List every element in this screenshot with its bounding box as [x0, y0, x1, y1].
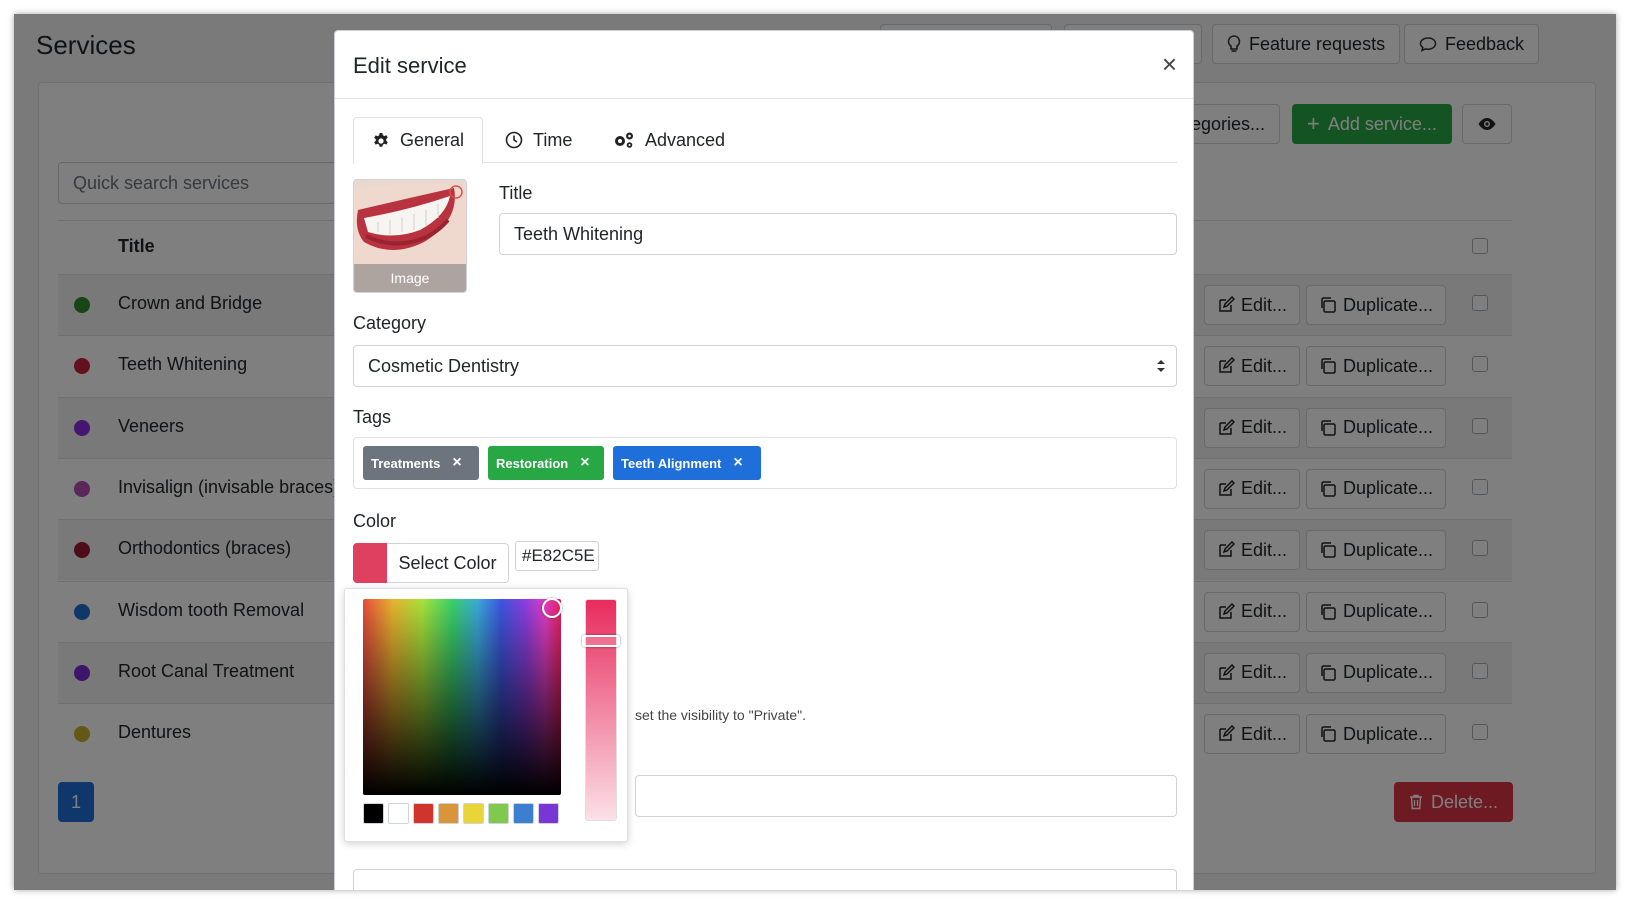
color-spectrum-handle[interactable] — [542, 598, 562, 618]
clock-icon — [505, 131, 523, 149]
tag-remove-icon[interactable]: × — [580, 454, 589, 472]
gears-icon — [615, 132, 633, 148]
preset-color-swatch[interactable] — [388, 803, 409, 824]
tab-advanced[interactable]: Advanced — [595, 117, 743, 163]
service-image[interactable]: Image — [353, 179, 467, 293]
select-arrows-icon — [1157, 360, 1165, 372]
modal-tabs: General Time Advanced — [353, 117, 1177, 164]
category-label: Category — [353, 313, 427, 333]
color-spectrum[interactable] — [363, 599, 561, 795]
title-label: Title — [499, 183, 533, 203]
tags-label: Tags — [353, 407, 392, 427]
tag-restoration: Restoration × — [488, 446, 604, 480]
modal-field[interactable] — [635, 775, 1177, 817]
image-label: Image — [354, 264, 466, 292]
color-hex-input[interactable]: #E82C5E — [515, 541, 599, 571]
title-input[interactable]: Teeth Whitening — [499, 213, 1177, 255]
category-select[interactable]: Cosmetic Dentistry — [353, 345, 1177, 387]
preset-color-swatch[interactable] — [538, 803, 559, 824]
select-color-button[interactable]: Select Color — [387, 543, 509, 583]
close-icon[interactable]: × — [1162, 49, 1177, 80]
tag-remove-icon[interactable]: × — [452, 454, 461, 472]
modal-header: Edit service × — [335, 31, 1193, 99]
modal-field-lower[interactable] — [353, 869, 1177, 890]
preset-color-swatch[interactable] — [413, 803, 434, 824]
color-opacity-slider[interactable] — [585, 599, 617, 821]
color-label: Color — [353, 511, 397, 531]
tag-treatments: Treatments × — [363, 446, 479, 480]
tab-time[interactable]: Time — [487, 117, 590, 163]
preset-color-swatch[interactable] — [488, 803, 509, 824]
tag-teeth-alignment: Teeth Alignment × — [613, 446, 761, 480]
tags-input[interactable]: Treatments × Restoration × Teeth Alignment… — [353, 437, 1177, 489]
visibility-help-text: set the visibility to "Private". — [635, 707, 807, 723]
tab-general[interactable]: General — [353, 117, 484, 164]
preset-color-swatch[interactable] — [513, 803, 534, 824]
preset-color-swatch[interactable] — [438, 803, 459, 824]
opacity-slider-handle[interactable] — [582, 635, 620, 647]
tag-remove-icon[interactable]: × — [733, 454, 742, 472]
app-window: Services Feature requests Feedback egori… — [14, 14, 1616, 890]
preset-colors — [363, 803, 563, 825]
modal-title: Edit service — [353, 53, 467, 78]
preset-color-swatch[interactable] — [363, 803, 384, 824]
gear-icon — [374, 132, 388, 147]
color-swatch[interactable] — [353, 543, 387, 583]
preset-color-swatch[interactable] — [463, 803, 484, 824]
color-picker-popup — [344, 588, 628, 842]
